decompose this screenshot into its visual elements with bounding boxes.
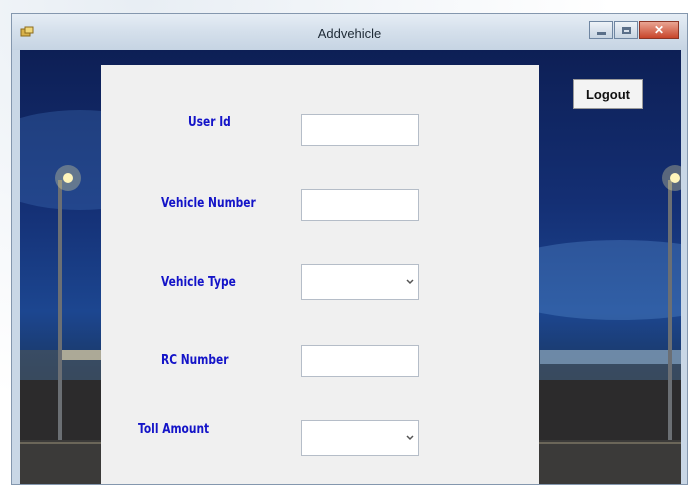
- addvehicle-window: Addvehicle ✕ User Id Vehicle Number Vehi…: [11, 13, 688, 485]
- vehicle-number-input[interactable]: [301, 189, 419, 221]
- close-button[interactable]: ✕: [639, 21, 679, 39]
- user-id-label: User Id: [188, 115, 231, 130]
- window-title: Addvehicle: [317, 26, 382, 41]
- close-icon: ✕: [653, 23, 665, 37]
- maximize-icon: [621, 26, 631, 34]
- vehicle-number-label: Vehicle Number: [161, 196, 256, 211]
- chevron-down-icon: [406, 279, 414, 285]
- rc-number-label: RC Number: [161, 353, 229, 368]
- logout-button[interactable]: Logout: [573, 79, 643, 109]
- user-id-input[interactable]: [301, 114, 419, 146]
- minimize-button[interactable]: [589, 21, 613, 39]
- rc-number-input[interactable]: [301, 345, 419, 377]
- vehicle-type-label: Vehicle Type: [161, 275, 236, 290]
- toll-amount-select[interactable]: [301, 420, 419, 456]
- toll-amount-label: Toll Amount: [138, 422, 210, 437]
- add-vehicle-form-panel: User Id Vehicle Number Vehicle Type RC N…: [101, 65, 539, 484]
- maximize-button[interactable]: [614, 21, 638, 39]
- form-client-area: User Id Vehicle Number Vehicle Type RC N…: [20, 50, 681, 484]
- title-bar[interactable]: Addvehicle ✕: [12, 14, 687, 50]
- chevron-down-icon: [406, 435, 414, 441]
- vehicle-type-select[interactable]: [301, 264, 419, 300]
- minimize-icon: [596, 31, 606, 35]
